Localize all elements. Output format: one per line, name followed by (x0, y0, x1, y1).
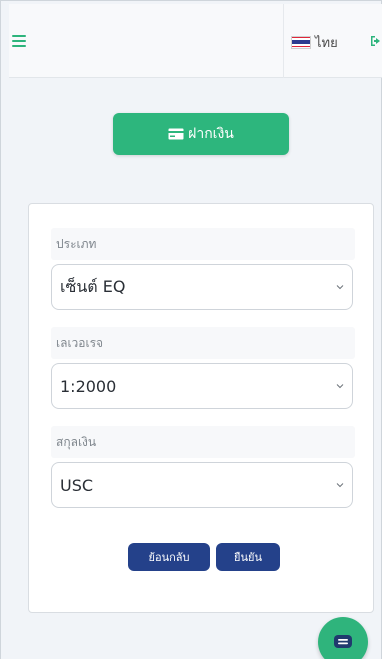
back-button-label: ย้อนกลับ (148, 551, 190, 564)
language-selector[interactable]: ไทย (291, 31, 338, 53)
type-value: เซ็นต์ EQ (60, 276, 126, 296)
top-bar: ไทย (9, 4, 382, 78)
sign-out-icon[interactable] (369, 34, 382, 48)
credit-card-icon (168, 128, 184, 140)
type-select[interactable]: เซ็นต์ EQ (51, 264, 353, 310)
deposit-label: ฝากเงิน (188, 126, 234, 142)
currency-select[interactable]: USC (51, 462, 353, 508)
leverage-value: 1:2000 (60, 376, 117, 396)
app-frame: ไทย ฝากเงิน ประเภท เซ็นต์ EQ เลเวอเรจ 1:… (0, 0, 382, 659)
currency-label: สกุลเงิน (56, 434, 97, 449)
currency-value: USC (60, 475, 94, 495)
leverage-label-row: เลเวอเรจ (51, 327, 355, 359)
chevron-down-icon (336, 285, 344, 290)
topbar-divider (283, 4, 284, 78)
chevron-down-icon (336, 483, 344, 488)
type-label-row: ประเภท (51, 228, 355, 260)
confirm-button[interactable]: ยืนยัน (216, 543, 280, 571)
chat-button[interactable] (318, 617, 368, 659)
chat-bubble-icon (334, 635, 352, 648)
type-label: ประเภท (56, 236, 97, 251)
leverage-label: เลเวอเรจ (56, 335, 104, 350)
confirm-button-label: ยืนยัน (234, 551, 262, 564)
thailand-flag-icon (291, 35, 311, 49)
currency-label-row: สกุลเงิน (51, 426, 355, 458)
language-label: ไทย (315, 35, 338, 51)
hamburger-menu-icon[interactable] (12, 35, 26, 47)
back-button[interactable]: ย้อนกลับ (128, 543, 210, 571)
leverage-select[interactable]: 1:2000 (51, 363, 353, 409)
account-form-card: ประเภท เซ็นต์ EQ เลเวอเรจ 1:2000 สกุลเงิ… (28, 203, 374, 613)
chevron-down-icon (336, 384, 344, 389)
deposit-button[interactable]: ฝากเงิน (113, 113, 289, 155)
